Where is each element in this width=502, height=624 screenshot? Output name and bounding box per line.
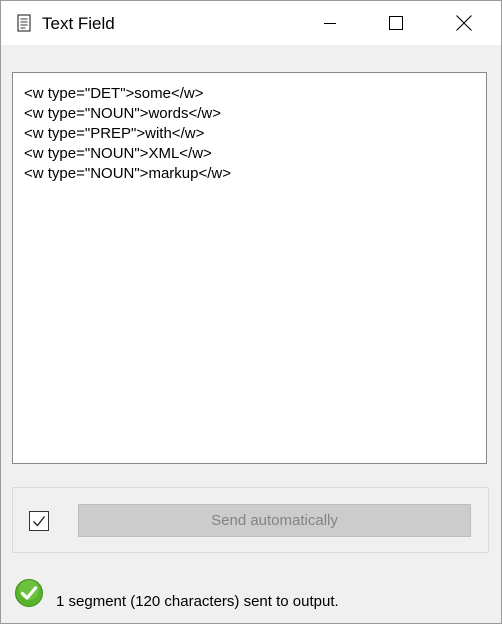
send-button-label: Send automatically [211, 512, 338, 529]
minimize-button[interactable] [307, 1, 353, 45]
text-editor[interactable]: <w type="DET">some</w> <w type="NOUN">wo… [12, 72, 487, 464]
auto-send-checkbox[interactable] [29, 511, 49, 531]
success-check-icon [15, 579, 43, 607]
status-message: 1 segment (120 characters) sent to outpu… [56, 593, 339, 610]
editor-content[interactable]: <w type="DET">some</w> <w type="NOUN">wo… [24, 84, 231, 184]
close-icon [456, 15, 472, 31]
close-button[interactable] [441, 1, 487, 45]
send-automatically-button[interactable]: Send automatically [78, 504, 471, 537]
maximize-icon [389, 16, 403, 30]
window-title: Text Field [42, 14, 115, 33]
title-bar[interactable]: Text Field [1, 1, 501, 45]
maximize-button[interactable] [373, 1, 419, 45]
checkmark-icon [33, 516, 46, 527]
document-icon [17, 14, 31, 32]
minimize-icon [324, 23, 336, 24]
